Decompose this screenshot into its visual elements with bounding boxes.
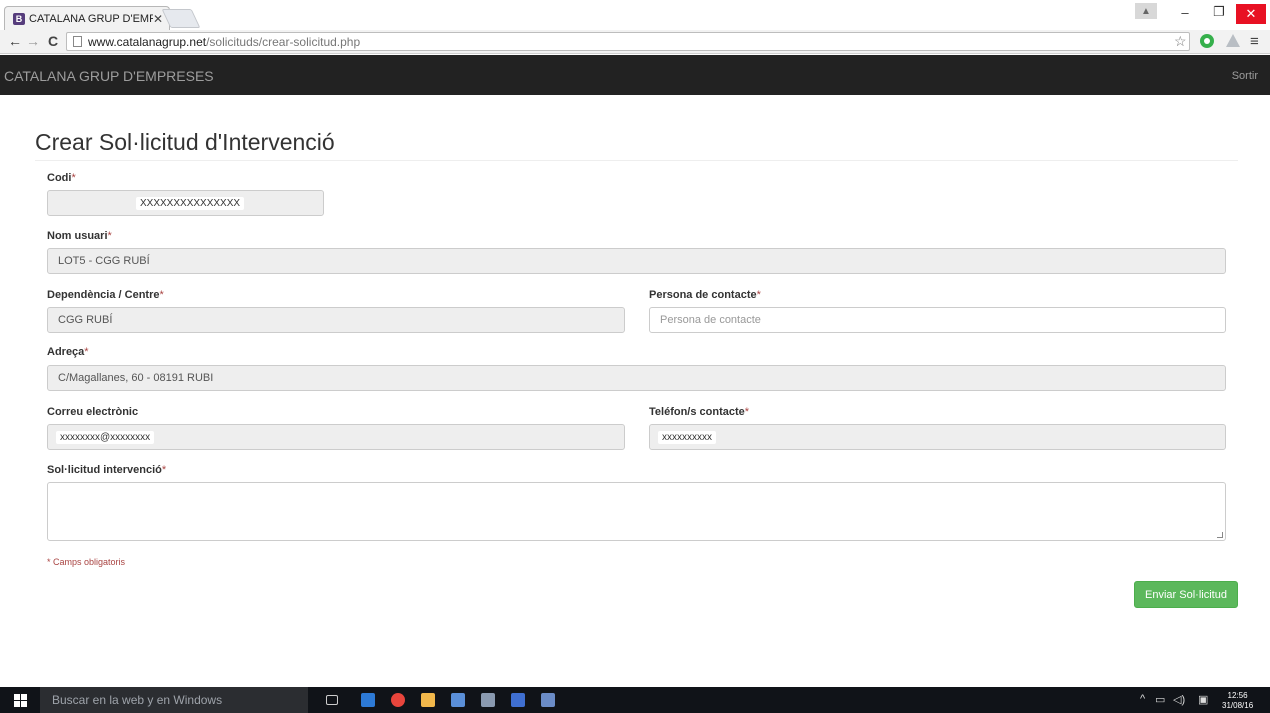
browser-toolbar: ← → C www.catalanagrup.net/solicituds/cr…: [0, 30, 1270, 54]
persona-contacte-label: Persona de contacte*: [649, 289, 761, 301]
clock-time: 12:56: [1227, 691, 1248, 700]
telefon-field[interactable]: xxxxxxxxxx: [649, 424, 1226, 450]
nom-usuari-value: LOT5 - CGG RUBÍ: [58, 255, 150, 267]
adreca-value: C/Magallanes, 60 - 08191 RUBI: [58, 372, 214, 384]
extension-drive-icon[interactable]: [1226, 34, 1240, 47]
windows-start-icon[interactable]: [14, 694, 27, 707]
page-title: Crear Sol·licitud d'Intervenció: [35, 129, 335, 155]
adreca-label: Adreça*: [47, 346, 89, 358]
chrome-icon[interactable]: [391, 693, 405, 707]
dependencia-label: Dependència / Centre*: [47, 289, 164, 301]
dependencia-value: CGG RUBÍ: [58, 314, 113, 326]
correu-value: xxxxxxxx@xxxxxxxx: [56, 430, 155, 444]
app-navbar: CATALANA GRUP D'EMPRESES Sortir: [0, 55, 1270, 95]
taskbar-clock[interactable]: 12:56 31/08/16: [1222, 691, 1253, 711]
submit-button[interactable]: Enviar Sol·licitud: [1134, 581, 1238, 608]
resize-grip-icon[interactable]: [1217, 532, 1223, 538]
bootstrap-favicon-icon: B: [13, 12, 25, 25]
browser-tab[interactable]: B CATALANA GRUP D'EMPR ✕: [4, 6, 170, 30]
logout-link[interactable]: Sortir: [1232, 70, 1258, 82]
network-app-icon[interactable]: [451, 693, 465, 707]
file-explorer-icon[interactable]: [361, 693, 375, 707]
reload-icon[interactable]: C: [44, 32, 62, 50]
codi-field[interactable]: XXXXXXXXXXXXXXX: [47, 190, 324, 216]
restore-button[interactable]: ❐: [1202, 0, 1236, 24]
persona-contacte-placeholder: Persona de contacte: [660, 314, 761, 326]
codi-value: XXXXXXXXXXXXXXX: [136, 196, 245, 210]
title-divider: [35, 160, 1238, 161]
solicitud-textarea[interactable]: [47, 482, 1226, 541]
minimize-button[interactable]: –: [1168, 0, 1202, 24]
clock-date: 31/08/16: [1222, 701, 1254, 710]
correu-field[interactable]: xxxxxxxx@xxxxxxxx: [47, 424, 625, 450]
windows-taskbar: Buscar en la web y en Windows ^ ▭ ◁) ▣ 1…: [0, 687, 1270, 713]
solicitud-label: Sol·licitud intervenció*: [47, 464, 167, 476]
bookmark-star-icon[interactable]: ☆: [1174, 33, 1187, 50]
back-arrow-icon[interactable]: ←: [6, 32, 24, 50]
outlook-app-icon[interactable]: [541, 693, 555, 707]
nom-usuari-field[interactable]: LOT5 - CGG RUBÍ: [47, 248, 1226, 274]
volume-icon[interactable]: ◁): [1173, 693, 1185, 706]
persona-contacte-input[interactable]: Persona de contacte: [649, 307, 1226, 333]
brand-link[interactable]: CATALANA GRUP D'EMPRESES: [4, 68, 214, 84]
tray-chevron-icon[interactable]: ^: [1140, 693, 1145, 705]
nom-usuari-label: Nom usuari*: [47, 230, 112, 242]
media-app-icon[interactable]: [511, 693, 525, 707]
codi-label: Codi*: [47, 172, 76, 184]
page-icon: [73, 36, 82, 47]
adreca-field[interactable]: C/Magallanes, 60 - 08191 RUBI: [47, 365, 1226, 391]
required-fields-note: * Camps obligatoris: [47, 557, 126, 567]
task-view-icon[interactable]: [326, 695, 338, 705]
taskbar-search-input[interactable]: Buscar en la web y en Windows: [40, 687, 308, 713]
telefon-value: xxxxxxxxxx: [658, 430, 716, 444]
url-path: /solicituds/crear-solicitud.php: [206, 34, 361, 49]
user-profile-icon[interactable]: ▲: [1135, 3, 1157, 19]
url-host: www.catalanagrup.net: [88, 34, 207, 49]
library-app-icon[interactable]: [481, 693, 495, 707]
telefon-label: Teléfon/s contacte*: [649, 406, 750, 418]
forward-arrow-icon[interactable]: →: [24, 32, 42, 50]
tab-title: CATALANA GRUP D'EMPR: [29, 12, 153, 25]
close-window-button[interactable]: ✕: [1236, 4, 1266, 24]
browser-menu-icon[interactable]: ≡: [1250, 33, 1259, 50]
network-icon[interactable]: ▭: [1155, 693, 1165, 706]
address-bar[interactable]: www.catalanagrup.net/solicituds/crear-so…: [66, 32, 1190, 51]
tab-close-icon[interactable]: ✕: [153, 12, 163, 26]
dependencia-field[interactable]: CGG RUBÍ: [47, 307, 625, 333]
correu-label: Correu electrònic: [47, 406, 139, 418]
app-folder-icon[interactable]: [421, 693, 435, 707]
notifications-icon[interactable]: ▣: [1198, 693, 1208, 706]
extension-green-icon[interactable]: [1200, 34, 1214, 48]
browser-tabstrip: B CATALANA GRUP D'EMPR ✕ ▲ – ❐ ✕: [0, 0, 1270, 30]
